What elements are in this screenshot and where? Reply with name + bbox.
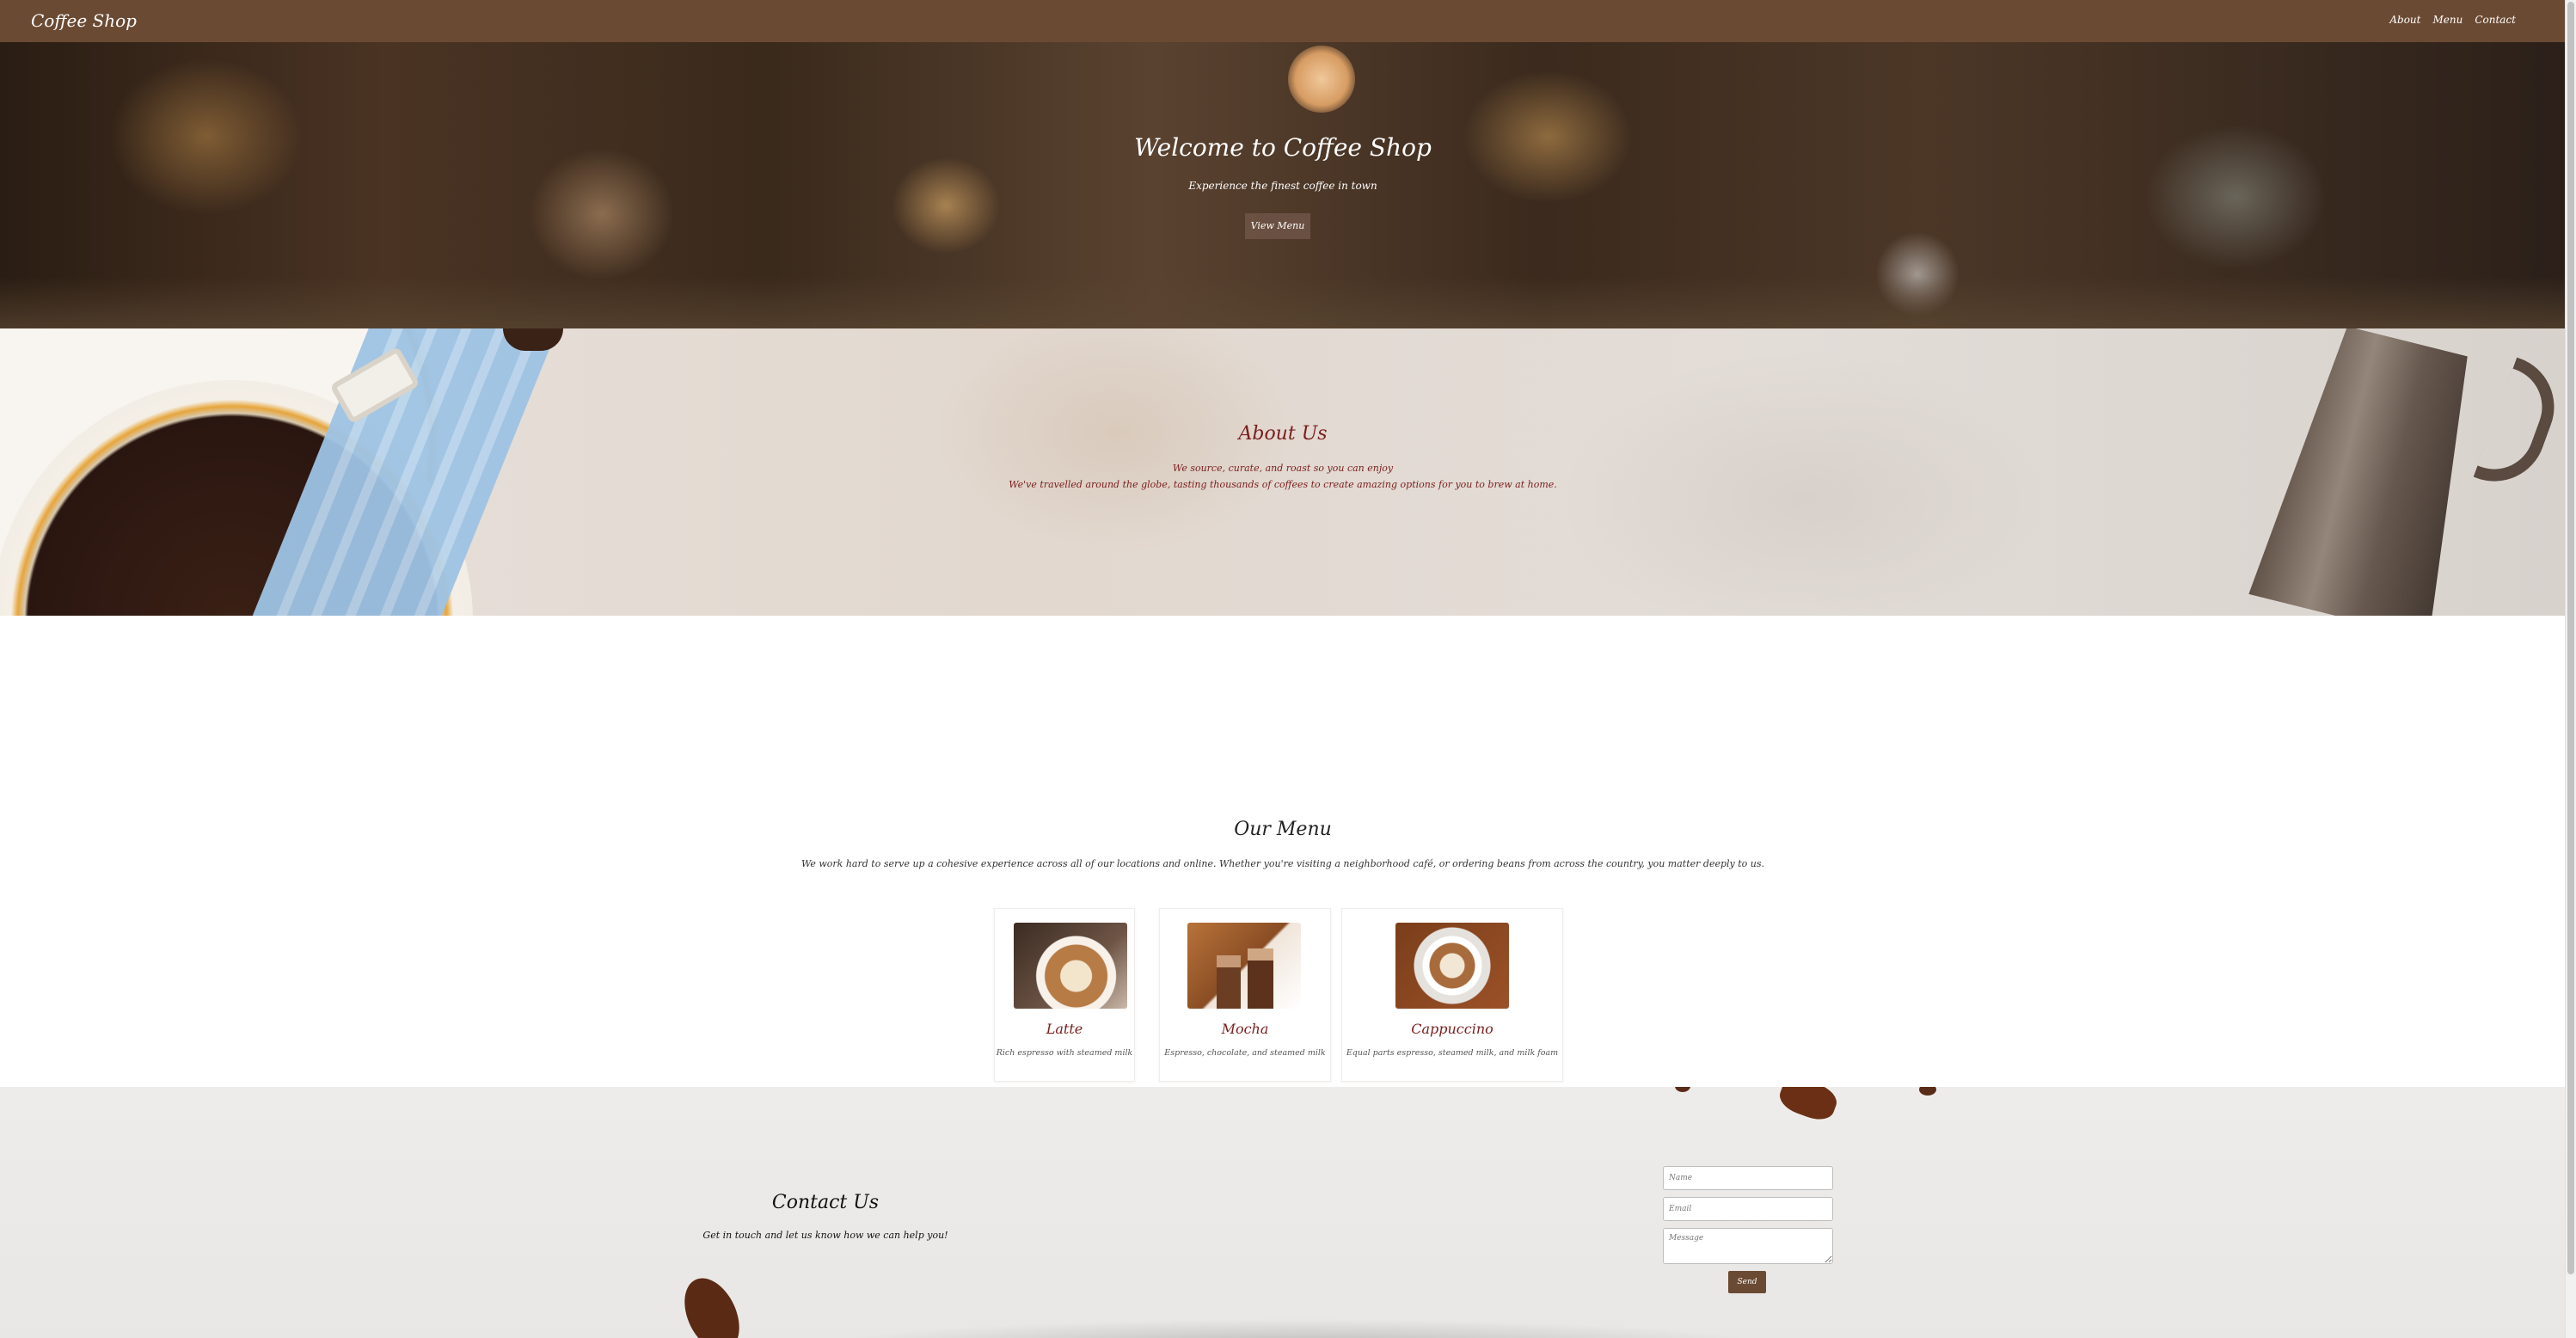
name-field[interactable] bbox=[1663, 1166, 1833, 1190]
menu-card-mocha[interactable]: Mocha Espresso, chocolate, and steamed m… bbox=[1159, 908, 1331, 1082]
cappuccino-image bbox=[1395, 923, 1509, 1009]
menu-section: Our Menu We work hard to serve up a cohe… bbox=[0, 616, 2566, 1087]
message-field[interactable] bbox=[1663, 1228, 1833, 1264]
hero-background-shelf bbox=[0, 277, 2566, 328]
about-text-line-2: We've travelled around the globe, tastin… bbox=[1009, 479, 1557, 490]
contact-subtitle: Get in touch and let us know how we can … bbox=[702, 1230, 948, 1241]
coffee-bean-image bbox=[673, 1269, 751, 1338]
latte-image bbox=[1014, 923, 1127, 1009]
menu-item-description: Rich espresso with steamed milk bbox=[996, 1048, 1133, 1058]
nav-link-menu[interactable]: Menu bbox=[2432, 14, 2463, 26]
view-menu-button[interactable]: View Menu bbox=[1245, 213, 1310, 239]
hero-title: Welcome to Coffee Shop bbox=[1134, 133, 1432, 162]
nav-link-about[interactable]: About bbox=[2389, 14, 2420, 26]
top-navbar: Coffee Shop About Menu Contact bbox=[0, 0, 2566, 42]
scrollbar-thumb[interactable] bbox=[2567, 2, 2574, 1274]
menu-item-description: Equal parts espresso, steamed milk, and … bbox=[1346, 1048, 1559, 1058]
brand-logo-text[interactable]: Coffee Shop bbox=[31, 10, 137, 31]
menu-card-cappuccino[interactable]: Cappuccino Equal parts espresso, steamed… bbox=[1341, 908, 1563, 1082]
nav-link-contact[interactable]: Contact bbox=[2475, 14, 2516, 26]
menu-item-name: Latte bbox=[1046, 1021, 1083, 1037]
menu-item-name: Mocha bbox=[1221, 1021, 1269, 1037]
menu-item-name: Cappuccino bbox=[1411, 1021, 1493, 1037]
menu-description: We work hard to serve up a cohesive expe… bbox=[800, 858, 1765, 869]
contact-title: Contact Us bbox=[771, 1192, 880, 1213]
contact-section: Contact Us Get in touch and let us know … bbox=[0, 1087, 2566, 1338]
hero-lamp-image bbox=[1288, 46, 1355, 113]
coffee-bean-image bbox=[1675, 1087, 1690, 1092]
page: Coffee Shop About Menu Contact Welcome t… bbox=[0, 0, 2566, 1338]
email-field[interactable] bbox=[1663, 1197, 1833, 1221]
menu-card-latte[interactable]: Latte Rich espresso with steamed milk bbox=[994, 908, 1135, 1082]
hero-section: Welcome to Coffee Shop Experience the fi… bbox=[0, 42, 2566, 328]
hero-subtitle: Experience the finest coffee in town bbox=[1188, 180, 1377, 192]
about-section: About Us We source, curate, and roast so… bbox=[0, 328, 2566, 616]
menu-item-description: Espresso, chocolate, and steamed milk bbox=[1164, 1048, 1326, 1058]
coffee-bean-image bbox=[1776, 1087, 1841, 1126]
nav-links: About Menu Contact bbox=[2389, 14, 2516, 26]
menu-title: Our Menu bbox=[1234, 819, 1332, 840]
coffee-bean-image bbox=[1919, 1087, 1936, 1096]
vertical-scrollbar[interactable] bbox=[2565, 0, 2576, 1338]
mocha-image bbox=[1187, 923, 1301, 1009]
contact-background-shadow bbox=[825, 1319, 1771, 1338]
send-button[interactable]: Send bbox=[1728, 1271, 1766, 1293]
about-text-line-1: We source, curate, and roast so you can … bbox=[1172, 463, 1394, 474]
about-title: About Us bbox=[1238, 423, 1328, 445]
